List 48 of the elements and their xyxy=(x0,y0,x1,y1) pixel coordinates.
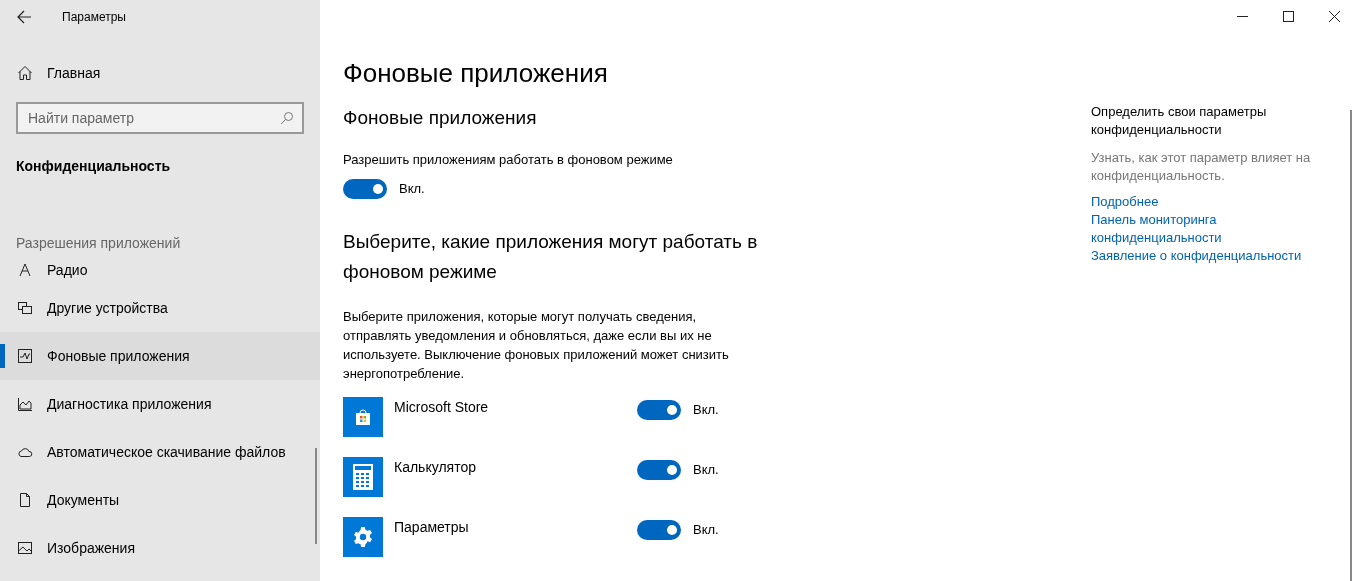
search-icon xyxy=(280,111,294,125)
home-link[interactable]: Главная xyxy=(0,56,320,90)
store-icon xyxy=(343,397,383,437)
page-title: Фоновые приложения xyxy=(343,57,609,90)
toggle-state: Вкл. xyxy=(399,180,425,199)
sidebar-item[interactable]: Другие устройства xyxy=(0,284,320,332)
link[interactable]: Панель мониторинга конфиденциальности xyxy=(1091,211,1331,247)
section-title: Фоновые приложения xyxy=(343,106,538,130)
link[interactable]: Заявление о конфиденциальности xyxy=(1091,247,1302,265)
radio-icon xyxy=(17,262,33,278)
toggle-state: Вкл. xyxy=(693,521,719,540)
document-icon xyxy=(17,492,33,508)
calculator-icon xyxy=(343,457,383,497)
devices-icon xyxy=(17,300,33,316)
toggle-switch[interactable] xyxy=(637,520,681,540)
sidebar-item[interactable]: Диагностика приложения xyxy=(0,380,320,428)
search-field[interactable]: Найти параметр xyxy=(16,102,304,134)
sidebar-item[interactable]: Изображения xyxy=(0,524,320,572)
sidebar-item[interactable]: Радио xyxy=(0,256,320,284)
sidebar-item[interactable]: Фоновые приложения xyxy=(0,332,320,380)
window-title: Параметры xyxy=(62,8,126,26)
aside-heading: Определить свои параметры конфиденциальности xyxy=(1091,103,1268,139)
activity-icon xyxy=(17,348,33,364)
section-heading: Разрешения приложений xyxy=(16,234,182,253)
toggle-state: Вкл. xyxy=(693,461,719,480)
link[interactable]: Подробнее xyxy=(1091,193,1159,211)
toggle-switch[interactable] xyxy=(343,179,387,199)
toggle-state: Вкл. xyxy=(693,401,719,420)
back-arrow-icon xyxy=(16,8,32,25)
section-title: Выберите, какие приложения могут работать в фоновом режиме xyxy=(343,230,759,284)
maximize-icon xyxy=(1282,10,1294,22)
app-name: Калькулятор xyxy=(394,458,477,477)
setting-label: Разрешить приложениям работать в фоновом режиме xyxy=(343,150,674,169)
close-icon xyxy=(1328,10,1340,22)
aside-text: Узнать, как этот параметр влияет на конфиденциальность. xyxy=(1091,149,1312,185)
selection-indicator xyxy=(0,344,5,368)
chart-icon xyxy=(17,396,33,412)
home-icon xyxy=(17,65,33,81)
toggle-switch[interactable] xyxy=(637,400,681,420)
app-name: Microsoft Store xyxy=(394,398,490,417)
sidebar-item[interactable]: Документы xyxy=(0,476,320,524)
sidebar-item[interactable]: Автоматическое скачивание файлов xyxy=(0,428,320,476)
description: Выберите приложения, которые могут получать сведения, отправлять уведомления и обновляться, даже если вы их не используете. Выключение фоновых приложений может снизить энергопотребление. xyxy=(343,308,730,383)
app-name: Параметры xyxy=(394,518,470,537)
toggle-switch[interactable] xyxy=(637,460,681,480)
gear-icon xyxy=(343,517,383,557)
category-heading: Конфиденциальность xyxy=(16,157,172,176)
image-icon xyxy=(17,540,33,556)
